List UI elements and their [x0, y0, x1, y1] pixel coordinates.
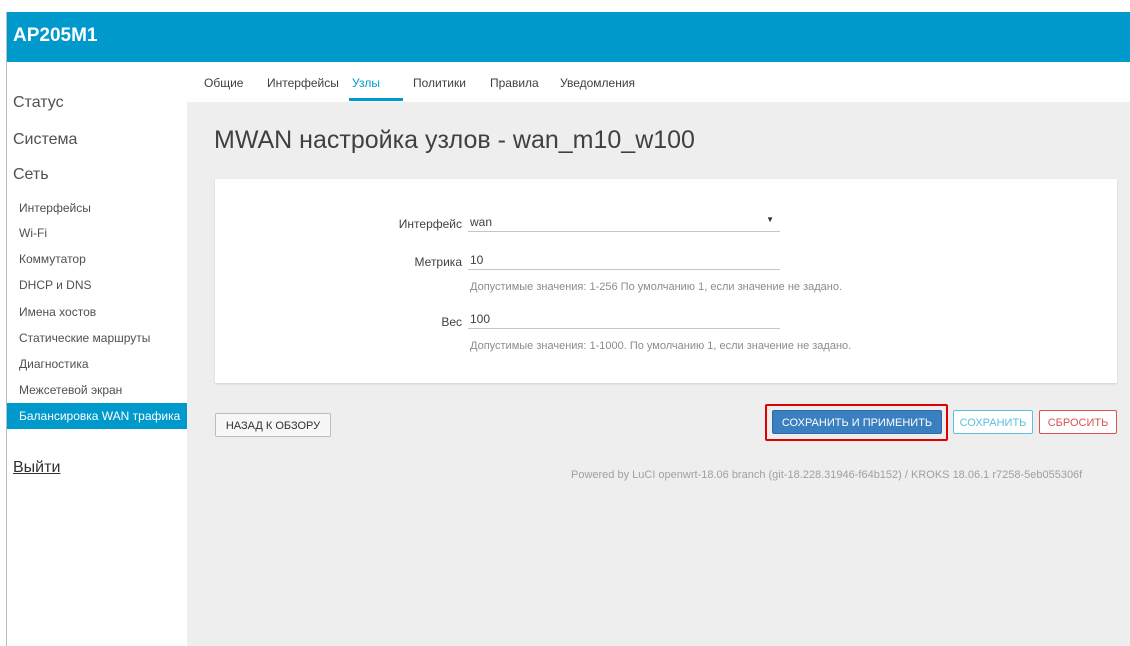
- reset-button[interactable]: СБРОСИТЬ: [1039, 410, 1117, 434]
- footer-text: Powered by LuCI openwrt-18.06 branch (gi…: [571, 469, 1083, 481]
- tab-policies[interactable]: Политики: [413, 76, 466, 90]
- sidebar: Статус Система Сеть Интерфейсы Wi-Fi Ком…: [7, 62, 187, 646]
- sidebar-item-dhcp-dns[interactable]: DHCP и DNS: [19, 278, 92, 292]
- weight-input[interactable]: 100: [468, 310, 780, 329]
- weight-value: 100: [470, 312, 491, 326]
- metric-input[interactable]: 10: [468, 251, 780, 270]
- sidebar-item-hostnames[interactable]: Имена хостов: [19, 305, 96, 319]
- main-content: Общие Интерфейсы Узлы Политики Правила У…: [187, 62, 1130, 646]
- sidebar-item-system[interactable]: Система: [13, 131, 77, 149]
- sidebar-item-diagnostics[interactable]: Диагностика: [19, 357, 89, 371]
- sidebar-item-interfaces[interactable]: Интерфейсы: [19, 201, 91, 215]
- interface-value: wan: [470, 215, 493, 229]
- app-window: AP205M1 Статус Система Сеть Интерфейсы W…: [6, 12, 1130, 646]
- metric-hint: Допустимые значения: 1-256 По умолчанию …: [470, 281, 843, 293]
- tab-general[interactable]: Общие: [204, 76, 243, 90]
- sidebar-item-static-routes[interactable]: Статические маршруты: [19, 331, 150, 345]
- sidebar-item-wifi[interactable]: Wi-Fi: [19, 226, 47, 240]
- logout-link[interactable]: Выйти: [13, 459, 60, 477]
- metric-value: 10: [470, 253, 484, 267]
- tab-bar: Общие Интерфейсы Узлы Политики Правила У…: [187, 62, 1130, 102]
- interface-select[interactable]: wan ▼: [468, 213, 780, 232]
- tab-rules[interactable]: Правила: [490, 76, 539, 90]
- save-button[interactable]: СОХРАНИТЬ: [953, 410, 1033, 434]
- interface-label: Интерфейс: [398, 217, 462, 231]
- app-title[interactable]: AP205M1: [13, 25, 98, 47]
- sidebar-item-status[interactable]: Статус: [13, 94, 64, 112]
- active-tab-indicator: [349, 98, 403, 101]
- sidebar-item-switch[interactable]: Коммутатор: [19, 252, 86, 266]
- weight-hint: Допустимые значения: 1-1000. По умолчани…: [470, 340, 852, 352]
- tab-interfaces[interactable]: Интерфейсы: [267, 76, 339, 90]
- settings-panel: Интерфейс wan ▼ Метрика 10 Допустимые зн…: [215, 179, 1117, 383]
- sidebar-item-network[interactable]: Сеть: [13, 166, 49, 184]
- tab-notifications[interactable]: Уведомления: [560, 76, 635, 90]
- back-to-overview-button[interactable]: НАЗАД К ОБЗОРУ: [215, 413, 331, 437]
- sidebar-item-wan-balancing[interactable]: Балансировка WAN трафика: [7, 403, 187, 429]
- weight-label: Вес: [441, 315, 462, 329]
- header-bar: AP205M1: [7, 12, 1130, 62]
- save-apply-button[interactable]: СОХРАНИТЬ И ПРИМЕНИТЬ: [772, 410, 942, 434]
- page-title: MWAN настройка узлов - wan_m10_w100: [214, 126, 695, 154]
- metric-label: Метрика: [414, 255, 462, 269]
- dropdown-caret-icon: ▼: [766, 215, 774, 224]
- tab-nodes[interactable]: Узлы: [352, 76, 380, 90]
- sidebar-item-label: Балансировка WAN трафика: [19, 409, 181, 423]
- sidebar-item-firewall[interactable]: Межсетевой экран: [19, 383, 122, 397]
